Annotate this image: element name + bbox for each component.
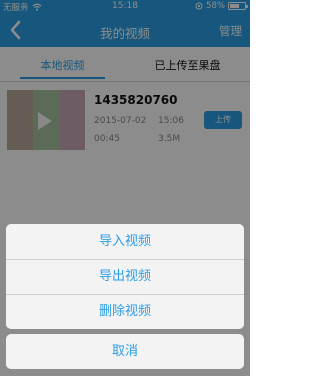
cancel-button[interactable]: 取消 (6, 334, 244, 369)
export-video-button[interactable]: 导出视频 (6, 259, 244, 294)
delete-video-button[interactable]: 删除视频 (6, 294, 244, 329)
action-sheet: 导入视频 导出视频 删除视频 (6, 224, 244, 329)
import-video-button[interactable]: 导入视频 (6, 224, 244, 259)
